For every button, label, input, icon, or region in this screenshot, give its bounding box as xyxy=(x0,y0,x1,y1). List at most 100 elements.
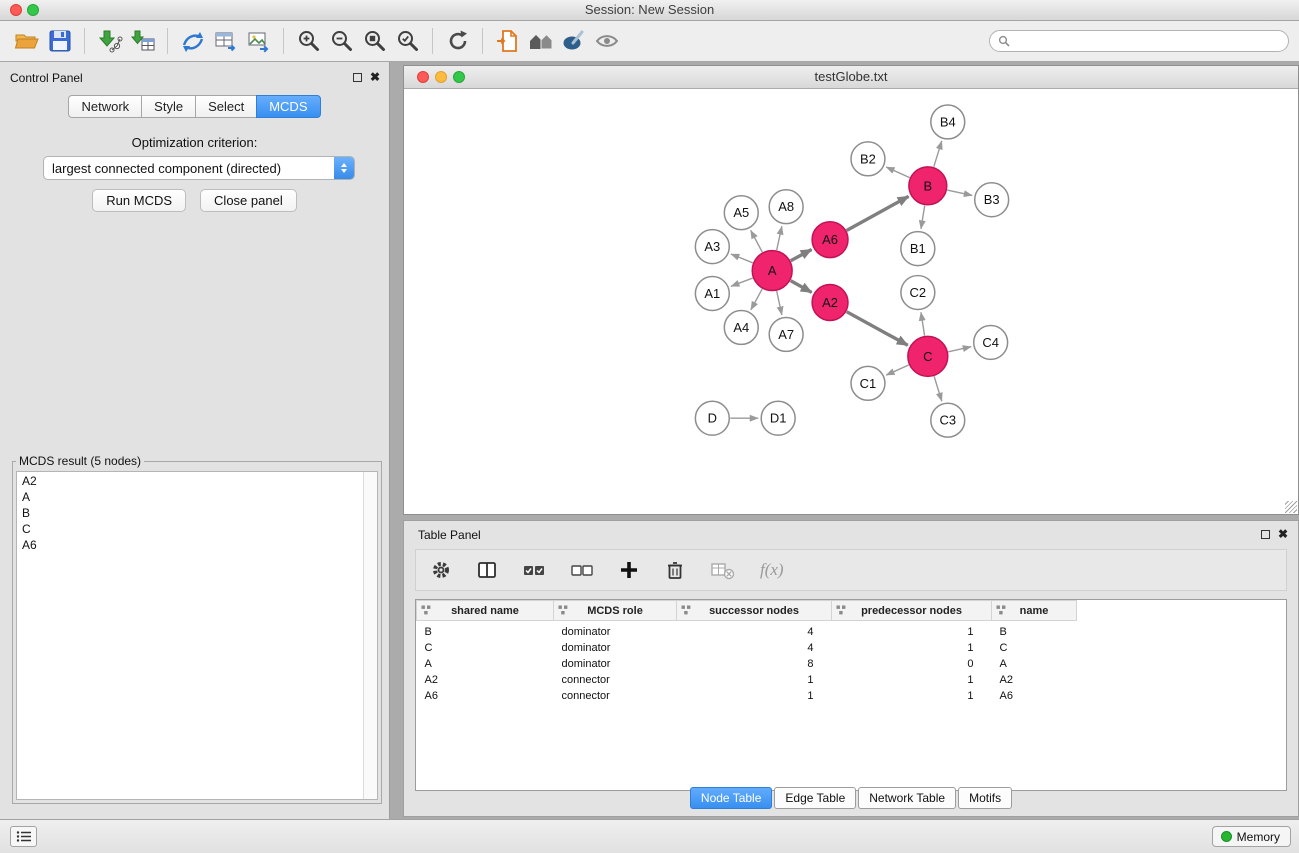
deselect-all-button[interactable] xyxy=(570,559,594,581)
zoom-in-button[interactable] xyxy=(292,25,325,58)
tab-style[interactable]: Style xyxy=(141,95,196,118)
network-edge[interactable] xyxy=(847,312,908,346)
network-edge[interactable] xyxy=(751,230,763,252)
table-settings-button[interactable] xyxy=(430,559,452,581)
optimization-criterion-dropdown[interactable]: largest connected component (directed) xyxy=(43,156,355,180)
table-cell[interactable]: C xyxy=(992,640,1077,656)
table-cell[interactable]: 1 xyxy=(832,688,992,704)
memory-button[interactable]: Memory xyxy=(1212,826,1291,847)
table-row[interactable]: A2connector11A2 xyxy=(417,672,1287,688)
tab-motifs[interactable]: Motifs xyxy=(958,787,1012,809)
close-table-panel-icon[interactable]: ✖ xyxy=(1278,528,1288,540)
table-cell[interactable]: B xyxy=(417,621,554,641)
delete-column-button[interactable] xyxy=(664,559,686,581)
column-header-predecessor-nodes[interactable]: predecessor nodes xyxy=(832,601,992,621)
network-node[interactable]: A xyxy=(752,251,792,291)
table-cell[interactable]: dominator xyxy=(554,621,677,641)
table-arrows-button[interactable] xyxy=(209,25,242,58)
mcds-result-item[interactable]: A2 xyxy=(22,473,372,489)
network-canvas[interactable]: B4B2BB3A5A8A6B1A3AA1C2A2A4A7C4CC1C3DD1 xyxy=(404,89,1298,514)
result-scrollbar[interactable] xyxy=(363,472,377,799)
column-header-name[interactable]: name xyxy=(992,601,1077,621)
open-file-button[interactable] xyxy=(10,25,43,58)
tab-network-table[interactable]: Network Table xyxy=(858,787,956,809)
table-cell[interactable]: 1 xyxy=(677,688,832,704)
run-mcds-button[interactable]: Run MCDS xyxy=(92,189,186,212)
zoom-window-icon[interactable] xyxy=(27,4,39,16)
select-all-button[interactable] xyxy=(522,559,546,581)
zoom-fit-button[interactable] xyxy=(358,25,391,58)
close-panel-button[interactable]: Close panel xyxy=(200,189,297,212)
table-cell[interactable]: 4 xyxy=(677,621,832,641)
mcds-result-item[interactable]: A6 xyxy=(22,537,372,553)
add-column-button[interactable] xyxy=(618,559,640,581)
table-cell[interactable]: 1 xyxy=(832,640,992,656)
table-cell[interactable]: 4 xyxy=(677,640,832,656)
tab-edge-table[interactable]: Edge Table xyxy=(774,787,856,809)
network-edge[interactable] xyxy=(777,226,782,250)
network-edge[interactable] xyxy=(948,347,971,352)
search-input[interactable] xyxy=(1016,33,1280,49)
network-node[interactable]: C xyxy=(908,336,948,376)
network-node[interactable]: A7 xyxy=(769,317,803,351)
tab-network[interactable]: Network xyxy=(68,95,142,118)
network-edge[interactable] xyxy=(921,312,925,335)
network-node[interactable]: A6 xyxy=(812,222,848,258)
network-edge[interactable] xyxy=(847,196,909,230)
table-cell[interactable]: A6 xyxy=(417,688,554,704)
network-node[interactable]: C1 xyxy=(851,366,885,400)
save-session-button[interactable] xyxy=(43,25,76,58)
network-node[interactable]: B3 xyxy=(975,183,1009,217)
network-node[interactable]: A1 xyxy=(695,277,729,311)
network-edge[interactable] xyxy=(731,278,753,286)
network-node[interactable]: D1 xyxy=(761,401,795,435)
table-cell[interactable]: 0 xyxy=(832,656,992,672)
minimize-view-icon[interactable] xyxy=(435,71,447,83)
document-arrow-button[interactable] xyxy=(491,25,524,58)
close-window-icon[interactable] xyxy=(10,4,22,16)
column-header-shared-name[interactable]: shared name xyxy=(417,601,554,621)
network-node[interactable]: B2 xyxy=(851,142,885,176)
network-node[interactable]: C4 xyxy=(974,325,1008,359)
brush-button[interactable] xyxy=(557,25,590,58)
close-view-icon[interactable] xyxy=(417,71,429,83)
network-edge[interactable] xyxy=(731,254,753,263)
table-cell[interactable]: 1 xyxy=(832,621,992,641)
network-node[interactable]: A3 xyxy=(695,230,729,264)
table-cell[interactable]: A xyxy=(992,656,1077,672)
table-row[interactable]: Cdominator41C xyxy=(417,640,1287,656)
network-edge[interactable] xyxy=(791,250,812,261)
network-edge[interactable] xyxy=(934,141,942,167)
import-network-button[interactable] xyxy=(93,25,126,58)
network-node[interactable]: B xyxy=(909,167,947,205)
table-cell[interactable]: connector xyxy=(554,672,677,688)
network-node[interactable]: A5 xyxy=(724,196,758,230)
task-history-button[interactable] xyxy=(10,826,37,847)
table-row[interactable]: Adominator80A xyxy=(417,656,1287,672)
import-table-button[interactable] xyxy=(126,25,159,58)
network-window-titlebar[interactable]: testGlobe.txt xyxy=(404,66,1298,89)
network-node[interactable]: A4 xyxy=(724,310,758,344)
network-edge[interactable] xyxy=(886,167,910,178)
mcds-result-item[interactable]: B xyxy=(22,505,372,521)
export-image-button[interactable] xyxy=(242,25,275,58)
table-cell[interactable]: connector xyxy=(554,688,677,704)
network-edge[interactable] xyxy=(947,190,972,195)
zoom-view-icon[interactable] xyxy=(453,71,465,83)
float-table-panel-icon[interactable] xyxy=(1261,530,1270,539)
mcds-result-item[interactable]: C xyxy=(22,521,372,537)
table-cell[interactable]: dominator xyxy=(554,640,677,656)
table-cell[interactable]: A6 xyxy=(992,688,1077,704)
table-row[interactable]: Bdominator41B xyxy=(417,621,1287,641)
search-box[interactable] xyxy=(989,30,1289,52)
table-cell[interactable]: 8 xyxy=(677,656,832,672)
tab-node-table[interactable]: Node Table xyxy=(690,787,773,809)
show-columns-button[interactable] xyxy=(476,559,498,581)
table-row[interactable]: A6connector11A6 xyxy=(417,688,1287,704)
network-node[interactable]: D xyxy=(695,401,729,435)
table-cell[interactable]: 1 xyxy=(677,672,832,688)
network-node[interactable]: C2 xyxy=(901,276,935,310)
column-header-successor-nodes[interactable]: successor nodes xyxy=(677,601,832,621)
table-cell[interactable]: B xyxy=(992,621,1077,641)
network-arrows-button[interactable] xyxy=(176,25,209,58)
